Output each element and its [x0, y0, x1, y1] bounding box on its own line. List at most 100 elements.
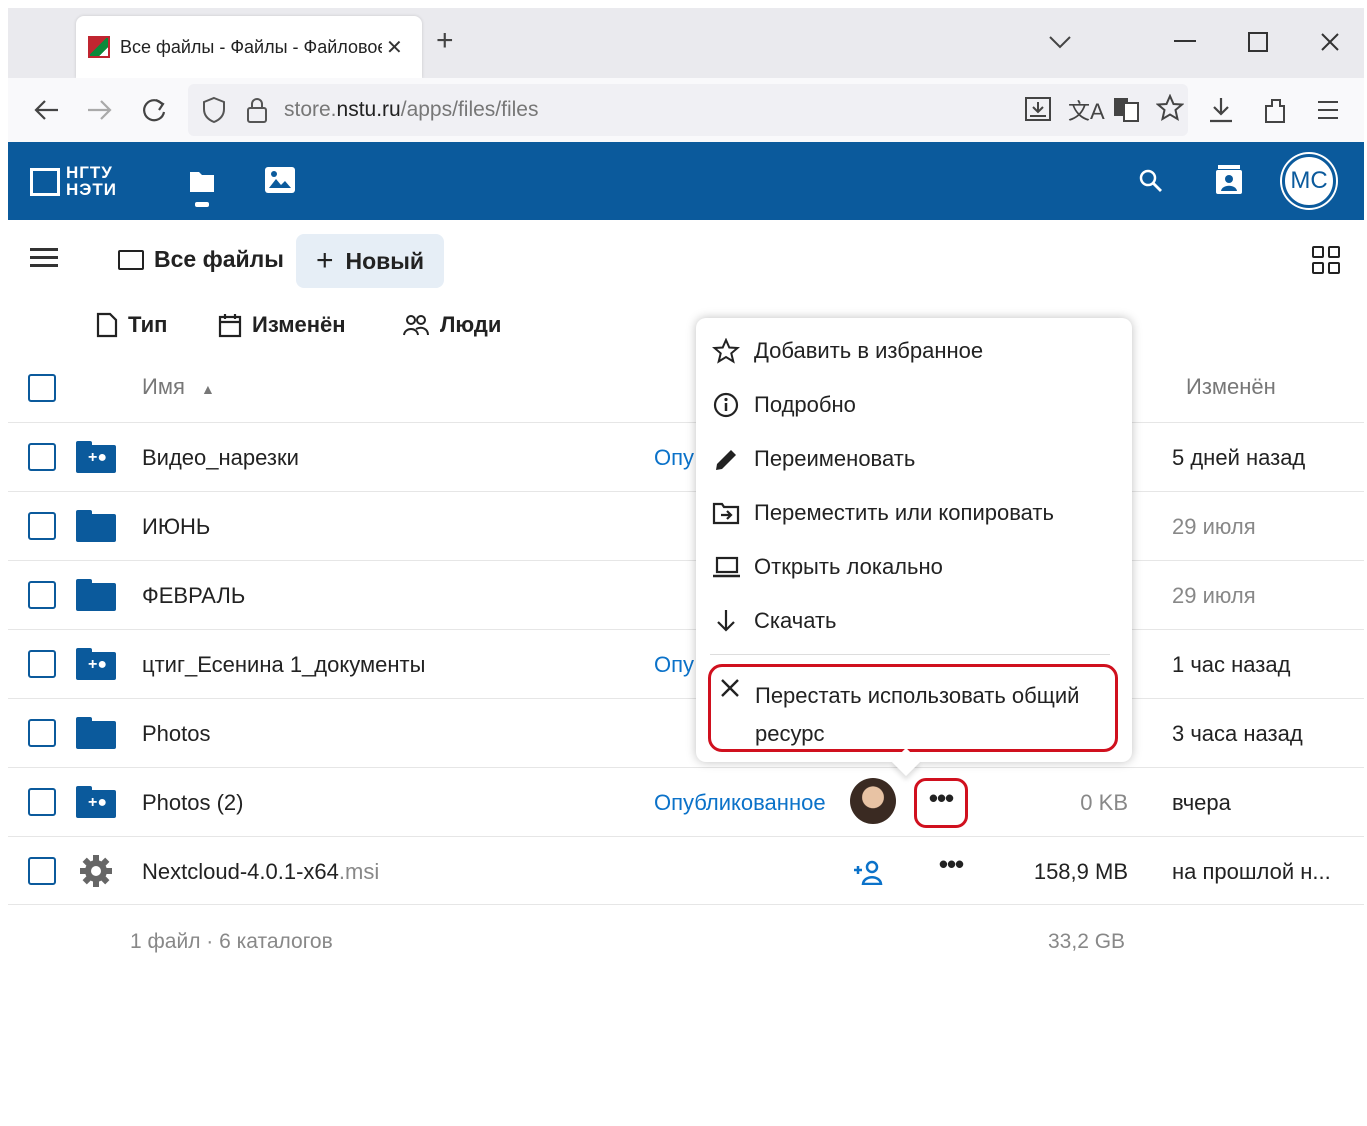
table-row[interactable]: ФЕВРАЛЬ 29 июля — [8, 560, 1364, 629]
tab-list-chevron-icon[interactable] — [1048, 34, 1072, 50]
lock-icon[interactable] — [246, 96, 268, 124]
shared-folder-icon: +● — [76, 786, 116, 818]
file-name[interactable]: Photos — [142, 721, 211, 747]
row-checkbox[interactable] — [28, 443, 56, 471]
ngtu-logo[interactable]: НГТУ НЭТИ — [30, 162, 140, 202]
file-name[interactable]: цтиг_Есенина 1_документы — [142, 652, 425, 678]
files-app-icon[interactable] — [188, 168, 216, 208]
plus-icon: + — [315, 244, 334, 277]
tab-close-icon[interactable]: ✕ — [386, 35, 403, 60]
filter-type[interactable]: Тип — [96, 312, 167, 338]
file-name[interactable]: Видео_нарезки — [142, 445, 299, 471]
contacts-icon[interactable] — [1214, 164, 1244, 198]
file-name[interactable]: Photos (2) — [142, 790, 244, 816]
share-add-icon[interactable] — [852, 859, 884, 885]
row-checkbox[interactable] — [28, 512, 56, 540]
published-label[interactable]: Опубликованное — [654, 790, 826, 816]
downloads-icon[interactable] — [1208, 96, 1234, 124]
modified-date: 29 июля — [1172, 514, 1256, 539]
close-window-icon[interactable] — [1320, 32, 1340, 52]
menu-item-download[interactable]: Скачать — [712, 608, 837, 634]
bookmark-star-icon[interactable] — [1156, 94, 1184, 122]
column-header-modified[interactable]: Изменён — [1186, 374, 1276, 400]
new-button[interactable]: + Новый — [296, 234, 444, 288]
filter-people[interactable]: Люди — [402, 312, 501, 338]
browser-tab[interactable]: Все файлы - Файлы - Файловое хранилище ✕ — [76, 16, 422, 78]
summary-count: 1 файл · 6 каталогов — [130, 930, 333, 953]
menu-item-open-locally[interactable]: Открыть локально — [712, 554, 943, 580]
menu-item-label: Переименовать — [754, 446, 916, 471]
menu-item-favorite[interactable]: Добавить в избранное — [712, 338, 983, 364]
modified-date: 3 часа назад — [1172, 721, 1303, 746]
forward-arrow-icon[interactable] — [86, 98, 114, 122]
row-checkbox[interactable] — [28, 857, 56, 885]
table-row[interactable]: +● Photos (2) Опубликованное ••• 0 KB вч… — [8, 767, 1364, 836]
reader-view-icon[interactable] — [1112, 96, 1140, 122]
photos-app-icon[interactable] — [264, 166, 296, 194]
folder-icon — [76, 510, 116, 542]
filter-modified-label: Изменён — [252, 312, 346, 337]
table-row[interactable]: +● цтиг_Есенина 1_документы Опу 1 час на… — [8, 629, 1364, 698]
menu-item-label: Подробно — [754, 392, 856, 417]
info-icon — [713, 392, 739, 418]
grid-view-toggle-icon[interactable] — [1312, 246, 1342, 276]
column-header-name[interactable]: Имя ▲ — [142, 374, 215, 400]
browser-tab-bar: Все файлы - Файлы - Файловое хранилище ✕… — [8, 8, 1364, 78]
translate-icon[interactable]: 文A — [1068, 94, 1105, 126]
modified-date: вчера — [1172, 790, 1231, 815]
menu-item-rename[interactable]: Переименовать — [712, 446, 915, 472]
summary-size: 33,2 GB — [1048, 930, 1126, 953]
user-avatar[interactable]: МС — [1282, 154, 1336, 208]
folder-move-icon — [712, 502, 740, 525]
table-row[interactable]: Photos 3 часа назад — [8, 698, 1364, 767]
row-checkbox[interactable] — [28, 581, 56, 609]
file-size: 158,9 MB — [1033, 859, 1128, 884]
browser-nav-bar: store.nstu.ru/apps/files/files 文A — [8, 78, 1364, 142]
reload-icon[interactable] — [140, 96, 168, 124]
menu-item-label: Добавить в избранное — [754, 338, 984, 363]
row-checkbox[interactable] — [28, 719, 56, 747]
back-arrow-icon[interactable] — [32, 98, 60, 122]
published-label[interactable]: Опу — [654, 652, 694, 678]
file-name[interactable]: ФЕВРАЛЬ — [142, 583, 245, 609]
shield-icon[interactable] — [202, 96, 226, 124]
menu-item-details[interactable]: Подробно — [712, 392, 856, 418]
row-checkbox[interactable] — [28, 650, 56, 678]
close-icon — [721, 679, 739, 697]
menu-item-label: Открыть локально — [754, 554, 943, 579]
shared-user-avatar[interactable] — [850, 778, 896, 824]
extensions-icon[interactable] — [1262, 96, 1288, 124]
filter-people-label: Люди — [440, 312, 502, 337]
minimize-icon[interactable] — [1174, 40, 1196, 44]
tab-title: Все файлы - Файлы - Файловое хранилище — [120, 36, 382, 57]
search-icon[interactable] — [1138, 168, 1164, 194]
menu-item-move-copy[interactable]: Переместить или копировать — [712, 500, 1054, 526]
people-icon — [403, 315, 429, 336]
filter-modified[interactable]: Изменён — [218, 312, 346, 338]
calendar-icon — [218, 314, 242, 338]
table-row[interactable]: Nextcloud-4.0.1-x64.msi ••• 158,9 MB на … — [8, 836, 1364, 905]
maximize-icon[interactable] — [1248, 32, 1268, 52]
new-tab-button[interactable]: + — [436, 24, 454, 58]
star-icon — [712, 338, 740, 364]
file-name[interactable]: Nextcloud-4.0.1-x64.msi — [142, 859, 379, 885]
published-label[interactable]: Опу — [654, 445, 694, 471]
url-bar[interactable]: store.nstu.ru/apps/files/files 文A — [188, 84, 1188, 136]
menu-item-unshare[interactable]: Перестать использовать общий ресурс — [708, 664, 1118, 752]
modified-date: на прошлой н... — [1172, 859, 1331, 884]
browser-menu-icon[interactable] — [1316, 100, 1340, 120]
menu-divider — [710, 654, 1110, 655]
save-page-icon[interactable] — [1024, 96, 1052, 122]
navigation-menu-icon[interactable] — [30, 248, 58, 272]
breadcrumb[interactable]: Все файлы — [118, 246, 284, 273]
table-row[interactable]: ИЮНЬ 29 июля — [8, 491, 1364, 560]
url-text[interactable]: store.nstu.ru/apps/files/files — [284, 98, 538, 122]
menu-item-label: Переместить или копировать — [754, 500, 1054, 525]
file-name[interactable]: ИЮНЬ — [142, 514, 210, 540]
row-actions-button[interactable]: ••• — [914, 778, 968, 828]
sort-asc-icon: ▲ — [200, 381, 215, 397]
row-actions-button[interactable]: ••• — [926, 851, 976, 891]
row-checkbox[interactable] — [28, 788, 56, 816]
table-row[interactable]: +● Видео_нарезки Опу 5 дней назад — [8, 422, 1364, 491]
select-all-checkbox[interactable] — [28, 374, 56, 402]
